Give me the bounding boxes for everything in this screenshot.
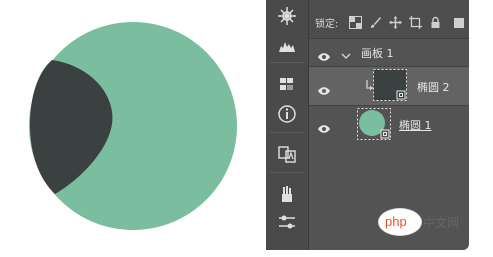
lock-bar: 锁定:: [309, 0, 469, 39]
lock-brush-icon[interactable]: [369, 14, 382, 28]
canvas-artwork: [29, 22, 237, 230]
toolbar-divider: [270, 62, 304, 63]
histogram-icon[interactable]: [275, 36, 299, 56]
layer-thumbnail: [373, 69, 407, 101]
toolbar-divider: [270, 172, 304, 173]
visibility-eye-icon[interactable]: [317, 81, 331, 95]
layer-row-ellipse-2[interactable]: 椭圆 2: [309, 67, 469, 105]
site-watermark: php 中文网: [378, 206, 493, 236]
layer-name: 椭圆 2: [417, 81, 450, 94]
lock-all-icon[interactable]: [429, 14, 442, 28]
lock-move-icon[interactable]: [389, 14, 402, 29]
chevron-down-icon[interactable]: [341, 46, 351, 59]
layer-row-ellipse-1[interactable]: 椭圆 1: [309, 106, 469, 144]
compass-tool-icon[interactable]: [275, 6, 299, 26]
brushes-icon[interactable]: [275, 184, 299, 204]
php-logo-text: php: [385, 214, 407, 229]
glyph-panel-icon[interactable]: [275, 144, 299, 164]
fill-label-icon: [452, 14, 465, 28]
tools-panel: [266, 0, 309, 250]
cube-3d-icon[interactable]: [275, 74, 299, 94]
site-name: 中文网: [423, 216, 460, 230]
lock-label: 锁定:: [315, 19, 339, 30]
adjustments-sliders-icon[interactable]: [275, 212, 299, 232]
layer-row-artboard[interactable]: 画板 1: [309, 39, 469, 66]
info-icon[interactable]: [275, 104, 299, 124]
lock-artboard-icon[interactable]: [409, 14, 422, 29]
visibility-eye-icon[interactable]: [317, 119, 331, 133]
lock-transparency-icon[interactable]: [349, 14, 362, 29]
toolbar-divider: [270, 132, 304, 133]
php-logo: php: [378, 208, 422, 236]
visibility-eye-icon[interactable]: [317, 47, 331, 61]
layer-name: 椭圆 1: [399, 119, 432, 132]
layer-thumbnail: [357, 108, 391, 140]
layer-name: 画板 1: [361, 47, 394, 60]
